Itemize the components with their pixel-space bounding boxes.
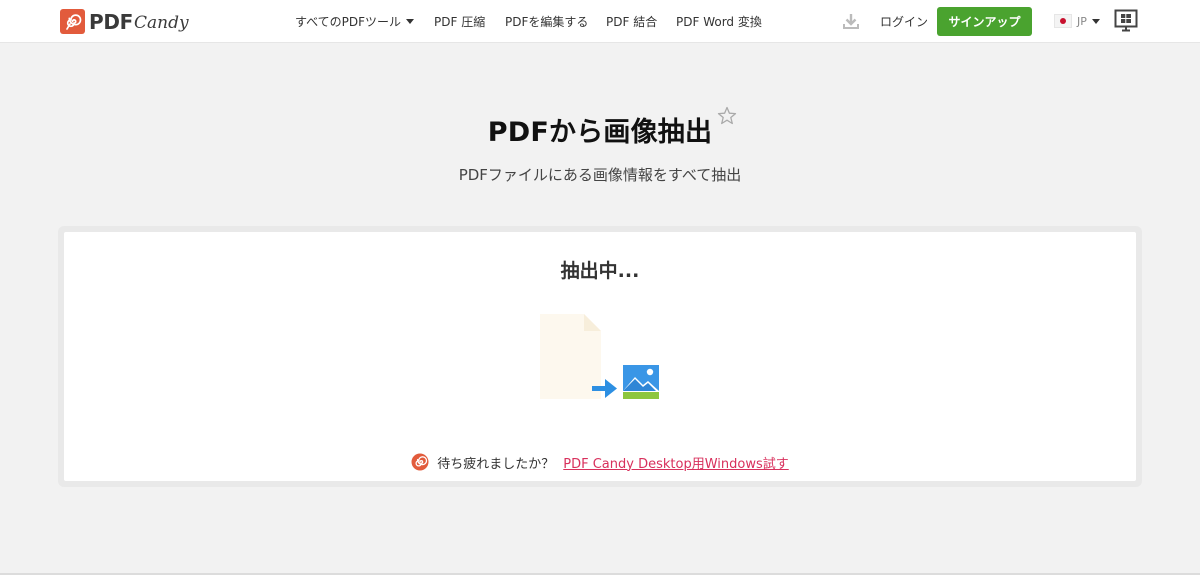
windows-desktop-icon[interactable] xyxy=(1114,9,1138,33)
page-title-wrap: PDFから画像抽出 xyxy=(0,110,1200,149)
download-icon[interactable] xyxy=(842,12,860,30)
nav-edit[interactable]: PDFを編集する xyxy=(505,13,588,30)
top-header: PDF Candy すべてのPDFツール PDF 圧縮 PDFを編集する PDF… xyxy=(0,0,1200,43)
login-link[interactable]: ログイン xyxy=(880,13,928,30)
pdf-to-image-illustration xyxy=(539,313,664,403)
candy-swirl-icon xyxy=(411,453,429,471)
star-outline-icon[interactable] xyxy=(717,106,737,126)
chevron-down-icon xyxy=(406,19,415,24)
pdfcandy-logo[interactable]: PDF Candy xyxy=(60,8,189,35)
signup-button[interactable]: サインアップ xyxy=(937,7,1032,36)
logo-text-pdf: PDF xyxy=(89,9,134,34)
image-icon xyxy=(623,365,659,399)
page-title: PDFから画像抽出 xyxy=(487,117,713,148)
japan-flag-icon xyxy=(1054,14,1072,28)
logo-text-candy: Candy xyxy=(134,13,189,33)
language-label: JP xyxy=(1077,14,1087,28)
nav-compress[interactable]: PDF 圧縮 xyxy=(434,13,485,30)
nav-merge[interactable]: PDF 結合 xyxy=(606,13,657,30)
language-selector[interactable]: JP xyxy=(1054,12,1100,30)
candy-logo-icon xyxy=(60,9,85,34)
nav-all-tools[interactable]: すべてのPDFツール xyxy=(295,13,415,30)
nav-all-tools-label: すべてのPDFツール xyxy=(295,15,402,29)
progress-status: 抽出中... xyxy=(560,260,640,282)
desktop-promo: 待ち疲れましたか？ PDF Candy Desktop用Windows試す xyxy=(0,451,1200,473)
page-subtitle: PDFファイルにある画像情報をすべて抽出 xyxy=(458,166,742,184)
chevron-down-icon xyxy=(1091,18,1100,24)
nav-pdf-to-word[interactable]: PDF Word 変換 xyxy=(676,13,762,30)
desktop-download-link[interactable]: PDF Candy Desktop用Windows試す xyxy=(563,453,788,472)
promo-text: 待ち疲れましたか？ xyxy=(437,456,555,472)
